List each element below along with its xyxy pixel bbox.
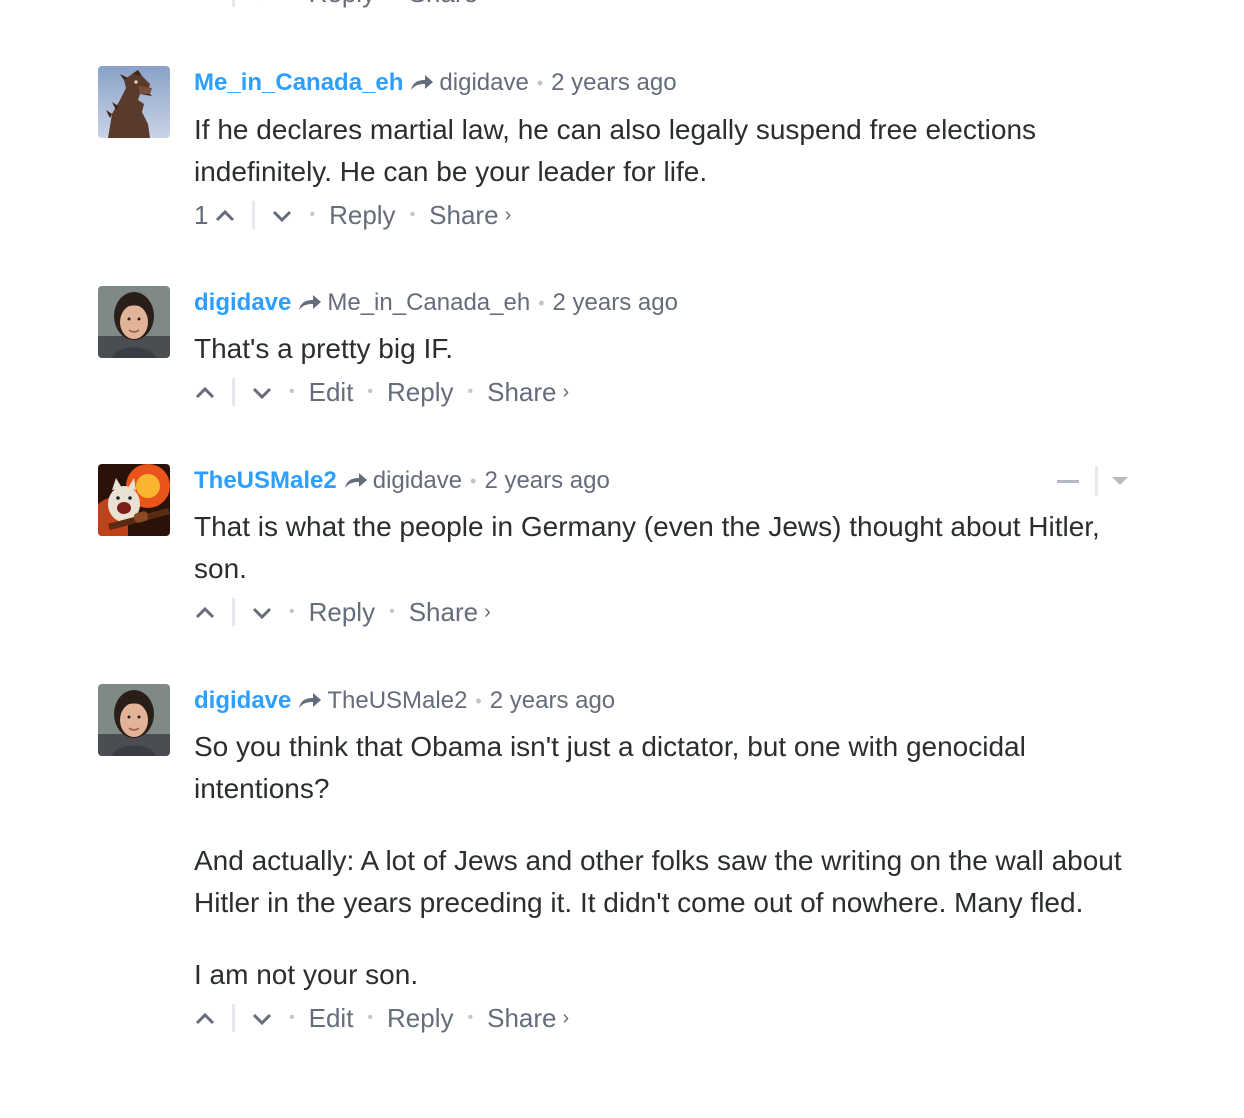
share-chevron-icon: ›: [484, 0, 491, 5]
upvote-icon[interactable]: [194, 600, 218, 624]
comment-paragraph: I am not your son.: [194, 959, 419, 990]
timestamp[interactable]: 2 years ago: [553, 289, 678, 317]
comment-header: Me_in_Canada_eh digidave • 2 years ago: [194, 69, 677, 97]
downvote-icon[interactable]: [251, 1006, 275, 1030]
downvote-icon[interactable]: [271, 203, 295, 227]
downvote-icon[interactable]: [251, 0, 275, 5]
comment-header: digidave Me_in_Canada_eh • 2 years ago: [194, 289, 678, 317]
share-chevron-icon: ›: [562, 1006, 570, 1029]
user-photo-avatar-icon[interactable]: [98, 684, 170, 756]
timestamp[interactable]: 2 years ago: [551, 69, 676, 97]
vote-separator: [232, 0, 235, 7]
author-name[interactable]: digidave: [194, 289, 291, 317]
comment-controls: [1057, 466, 1128, 496]
share-link[interactable]: Share: [487, 377, 556, 408]
reply-link[interactable]: Reply: [329, 200, 395, 231]
reply-to-arrow-icon: [343, 469, 371, 493]
upvote-icon[interactable]: [214, 203, 238, 227]
controls-separator: [1095, 466, 1098, 496]
comment-actions: 1 • Reply • Share ›: [194, 199, 512, 231]
menu-caret-icon[interactable]: [1112, 477, 1128, 485]
reply-link[interactable]: Reply: [309, 0, 375, 9]
parent-author[interactable]: digidave: [373, 467, 462, 495]
vote-separator: [232, 1004, 235, 1032]
comment-text: So you think that Obama isn't just a dic…: [194, 726, 1128, 996]
vote-separator: [232, 598, 235, 626]
comment-thread: • Reply • Share›: [0, 0, 1244, 1118]
reply-to-arrow-icon: [297, 689, 325, 713]
edit-link[interactable]: Edit: [309, 1003, 354, 1034]
share-link[interactable]: Share: [429, 200, 498, 231]
upvote-icon[interactable]: [194, 0, 218, 5]
comment-header: digidave TheUSMale2 • 2 years ago: [194, 687, 616, 715]
downvote-icon[interactable]: [251, 600, 275, 624]
comment-paragraph: That's a pretty big IF.: [194, 333, 454, 364]
comment-actions: • Edit • Reply • Share ›: [194, 997, 1128, 1039]
edit-link[interactable]: Edit: [309, 377, 354, 408]
reply-link[interactable]: Reply: [309, 597, 375, 628]
comment-paragraph: That is what the people in Germany (even…: [194, 511, 1100, 584]
reply-to-arrow-icon: [297, 291, 325, 315]
share-chevron-icon: ›: [484, 600, 491, 623]
cat-guitar-avatar-icon[interactable]: [98, 464, 170, 536]
comment-text: That's a pretty big IF.: [194, 328, 1128, 370]
share-link[interactable]: Share: [409, 597, 478, 628]
comment-text: If he declares martial law, he can also …: [194, 109, 1128, 193]
reply-link[interactable]: Reply: [387, 1003, 453, 1034]
user-photo-avatar-icon[interactable]: [98, 286, 170, 358]
comment-text: That is what the people in Germany (even…: [194, 506, 1128, 590]
collapse-minus-icon[interactable]: [1057, 479, 1079, 483]
vote-separator: [252, 201, 256, 229]
timestamp[interactable]: 2 years ago: [484, 467, 609, 495]
vote-count: 1: [194, 199, 209, 230]
upvote-icon[interactable]: [194, 1006, 218, 1030]
comment-paragraph: And actually: A lot of Jews and other fo…: [194, 845, 1122, 918]
previous-comment-actions: • Reply • Share›: [194, 0, 491, 8]
parent-author[interactable]: TheUSMale2: [327, 687, 467, 715]
godzilla-avatar-icon[interactable]: [98, 66, 170, 138]
comment-actions: • Reply • Share ›: [194, 591, 1128, 633]
author-name[interactable]: digidave: [194, 687, 291, 715]
reply-link[interactable]: Reply: [387, 377, 453, 408]
share-link[interactable]: Share: [409, 0, 478, 9]
comment-paragraph: So you think that Obama isn't just a dic…: [194, 731, 1026, 804]
downvote-icon[interactable]: [251, 380, 275, 404]
comment-actions: • Edit • Reply • Share ›: [194, 371, 1128, 413]
parent-author[interactable]: Me_in_Canada_eh: [327, 289, 530, 317]
share-chevron-icon: ›: [504, 203, 512, 226]
author-name[interactable]: Me_in_Canada_eh: [194, 69, 403, 97]
timestamp[interactable]: 2 years ago: [490, 687, 615, 715]
comment-paragraph: If he declares martial law, he can also …: [194, 114, 1037, 187]
upvote-icon[interactable]: [194, 380, 218, 404]
share-link[interactable]: Share: [487, 1003, 556, 1034]
reply-to-arrow-icon: [409, 71, 437, 95]
share-chevron-icon: ›: [562, 380, 570, 403]
vote-separator: [232, 378, 235, 406]
author-name[interactable]: TheUSMale2: [194, 467, 337, 495]
comment-header: TheUSMale2 digidave • 2 years ago: [194, 467, 610, 495]
parent-author[interactable]: digidave: [439, 69, 528, 97]
